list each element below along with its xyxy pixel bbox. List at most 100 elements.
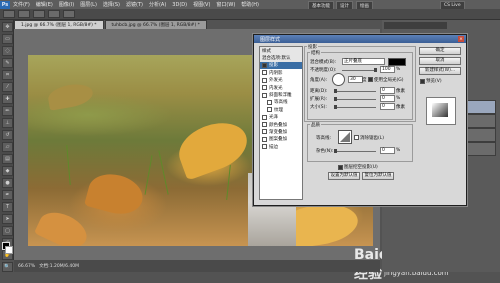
checkbox-icon[interactable] (267, 99, 272, 105)
reset-default-button[interactable]: 复位为默认值 (362, 172, 394, 180)
new-style-button[interactable]: 新建样式(W)... (419, 67, 461, 75)
global-light-checkbox[interactable] (368, 77, 373, 82)
blend-mode-select[interactable]: 正片叠底 (342, 58, 385, 65)
angle-input[interactable]: 30 (348, 76, 363, 83)
menu-select[interactable]: 选择(S) (103, 1, 120, 8)
style-item-texture[interactable]: 纹理 (260, 106, 302, 113)
dodge-tool-icon[interactable]: ● (2, 178, 13, 188)
checkbox-icon[interactable] (262, 122, 267, 128)
knockout-checkbox[interactable] (338, 165, 343, 170)
ok-button[interactable]: 确定 (419, 47, 461, 55)
angle-dial-icon[interactable] (332, 73, 345, 86)
path-select-tool-icon[interactable]: ➤ (2, 214, 13, 224)
distance-slider[interactable] (334, 89, 376, 93)
checkbox-icon[interactable] (262, 77, 267, 83)
close-icon[interactable]: × (458, 36, 464, 42)
size-value: 0 (382, 104, 385, 109)
intersect-selection-icon[interactable] (63, 10, 75, 18)
healing-brush-tool-icon[interactable]: ✚ (2, 94, 13, 104)
background-color-swatch[interactable] (5, 246, 13, 254)
add-selection-icon[interactable] (33, 10, 45, 18)
noise-input[interactable]: 0 (380, 147, 395, 154)
antialias-checkbox[interactable] (354, 135, 359, 140)
menu-3d[interactable]: 3D(D) (172, 2, 187, 8)
checkbox-icon[interactable] (267, 107, 272, 113)
slider-knob[interactable] (334, 149, 337, 153)
eyedropper-tool-icon[interactable]: ⁄ (2, 82, 13, 92)
style-item-inner-glow[interactable]: 内发光 (260, 84, 302, 91)
crop-tool-icon[interactable]: ⌗ (2, 70, 13, 80)
type-tool-icon[interactable]: T (2, 202, 13, 212)
zoom-level[interactable]: 66.67% (18, 264, 35, 269)
opacity-slider[interactable] (342, 68, 377, 72)
blend-mode-label: 混合模式(B): (310, 60, 337, 65)
style-item-stroke[interactable]: 描边 (260, 143, 302, 150)
move-tool-icon[interactable]: ✥ (2, 22, 13, 32)
checkbox-icon[interactable] (262, 85, 267, 91)
tool-preset-icon[interactable] (3, 10, 15, 18)
style-item-outer-glow[interactable]: 外发光 (260, 77, 302, 84)
blur-tool-icon[interactable]: ◆ (2, 166, 13, 176)
checkbox-icon[interactable] (262, 136, 267, 142)
slider-knob[interactable] (374, 68, 377, 72)
marquee-tool-icon[interactable]: ▭ (2, 34, 13, 44)
distance-input[interactable]: 0 (380, 87, 395, 94)
checkbox-icon[interactable] (262, 144, 267, 150)
pen-tool-icon[interactable]: ✒ (2, 190, 13, 200)
menu-image[interactable]: 图像(I) (59, 1, 74, 8)
eraser-tool-icon[interactable]: ▱ (2, 142, 13, 152)
menu-view[interactable]: 视图(V) (193, 1, 210, 8)
new-selection-icon[interactable] (18, 10, 30, 18)
preview-checkbox[interactable] (420, 79, 425, 84)
subtract-selection-icon[interactable] (48, 10, 60, 18)
shadow-color-swatch[interactable] (388, 58, 406, 66)
menu-help[interactable]: 帮助(H) (241, 1, 259, 8)
style-item-pattern-overlay[interactable]: 图案叠加 (260, 136, 302, 143)
zoom-tool-icon[interactable]: 🔍 (2, 262, 13, 272)
menu-analysis[interactable]: 分析(A) (149, 1, 166, 8)
clone-stamp-tool-icon[interactable]: ⊥ (2, 118, 13, 128)
brush-tool-icon[interactable]: ✏ (2, 106, 13, 116)
spread-slider[interactable] (334, 97, 376, 101)
style-item-gradient-overlay[interactable]: 渐变叠加 (260, 128, 302, 135)
lasso-tool-icon[interactable]: ◌ (2, 46, 13, 56)
menu-filter[interactable]: 滤镜(T) (126, 1, 143, 8)
contour-label: 等高线: (316, 136, 332, 141)
make-default-button[interactable]: 设置为默认值 (328, 172, 360, 180)
quick-select-tool-icon[interactable]: ✎ (2, 58, 13, 68)
checkbox-icon[interactable] (262, 62, 267, 68)
checkbox-icon[interactable] (262, 92, 267, 98)
style-item-color-overlay[interactable]: 颜色叠加 (260, 121, 302, 128)
menu-file[interactable]: 文件(F) (13, 1, 30, 8)
contour-picker[interactable] (338, 130, 352, 144)
menu-edit[interactable]: 编辑(E) (36, 1, 53, 8)
checkbox-icon[interactable] (262, 114, 267, 120)
size-input[interactable]: 0 (380, 103, 395, 110)
shape-tool-icon[interactable]: ▢ (2, 226, 13, 236)
slider-knob[interactable] (334, 89, 337, 93)
style-item-contour[interactable]: 等高线 (260, 99, 302, 106)
checkbox-icon[interactable] (262, 129, 267, 135)
history-brush-tool-icon[interactable]: ↺ (2, 130, 13, 140)
size-slider[interactable] (334, 105, 376, 109)
style-item-bevel-emboss[interactable]: 斜面和浮雕 (260, 91, 302, 98)
style-item-drop-shadow[interactable]: 投影 (260, 61, 302, 70)
panel-tab-color[interactable] (384, 22, 447, 29)
gradient-tool-icon[interactable]: ▤ (2, 154, 13, 164)
style-item-inner-shadow[interactable]: 内阴影 (260, 69, 302, 76)
cancel-button[interactable]: 取消 (419, 57, 461, 65)
opacity-input[interactable]: 100 (380, 66, 395, 73)
slider-knob[interactable] (334, 105, 337, 109)
checkbox-icon[interactable] (262, 70, 267, 76)
slider-knob[interactable] (334, 97, 337, 101)
leaf-shape (34, 205, 92, 246)
style-item-satin[interactable]: 光泽 (260, 114, 302, 121)
spread-input[interactable]: 0 (380, 95, 395, 102)
menu-layer[interactable]: 图层(L) (80, 1, 97, 8)
noise-slider[interactable] (334, 149, 376, 153)
dialog-titlebar[interactable]: 图层样式 × (254, 35, 466, 43)
noise-value: 0 (382, 148, 385, 153)
blending-options-item[interactable]: 混合选项:默认 (260, 54, 302, 62)
styles-header[interactable]: 样式 (260, 47, 302, 55)
menu-window[interactable]: 窗口(W) (216, 1, 235, 8)
